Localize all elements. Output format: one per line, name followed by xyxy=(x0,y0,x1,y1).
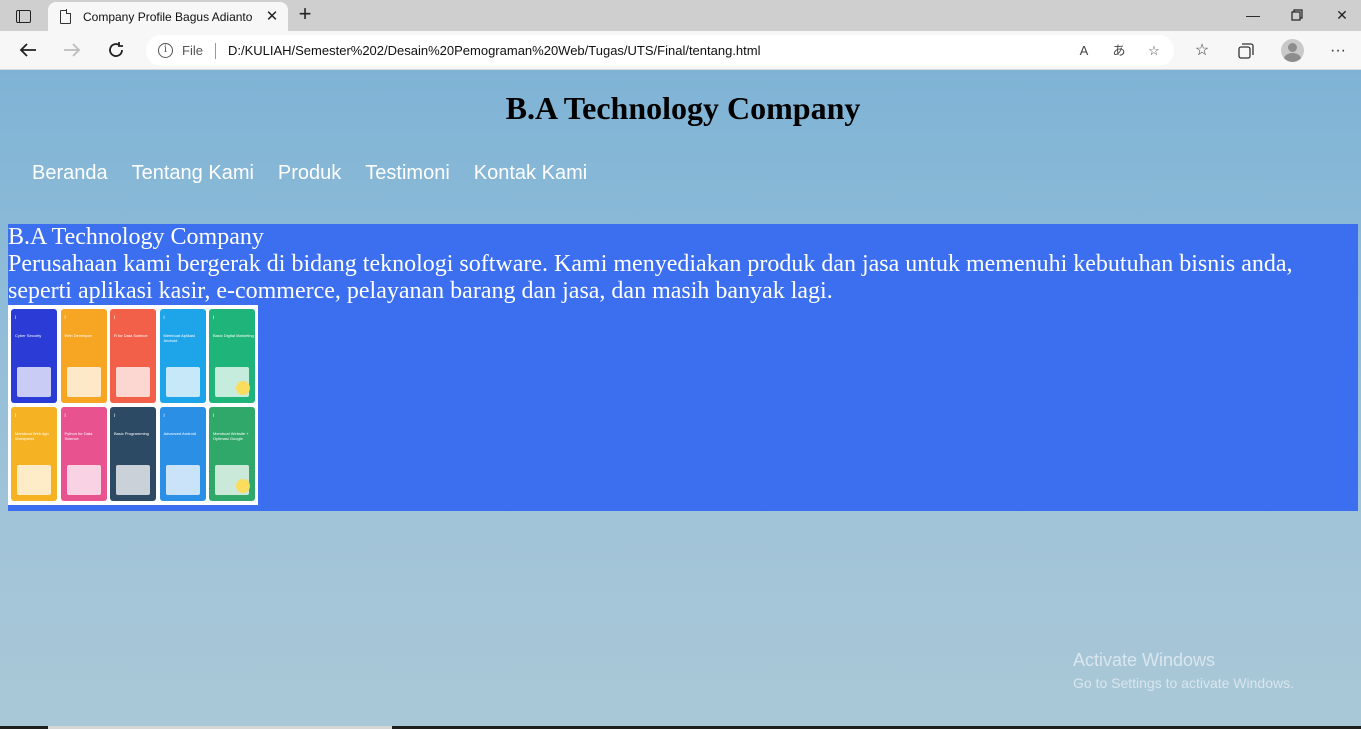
menu-item-tentang-kami[interactable]: Tentang Kami xyxy=(120,162,266,185)
product-card-logo: i xyxy=(213,315,215,321)
product-card-title: Cyber Security xyxy=(15,333,42,338)
product-card: i R for Data Science xyxy=(110,309,156,403)
product-card: i Membuat Aplikasi Android xyxy=(159,309,206,403)
favorites-icon[interactable]: ☆ xyxy=(1190,39,1214,63)
menu-item-beranda[interactable]: Beranda xyxy=(20,162,120,185)
product-card: i Membuat Web dgn Wordpress xyxy=(11,407,57,501)
file-label: File xyxy=(182,43,203,58)
product-card-illustration xyxy=(116,367,150,397)
product-image: i Cyber Security i Web Developer i R for Data… xyxy=(8,305,258,505)
product-card: i Web Developer xyxy=(60,309,107,403)
about-heading: B.A Technology Company xyxy=(8,224,264,250)
product-card-title: Advanced Android xyxy=(163,431,196,436)
translate-icon[interactable]: あ xyxy=(1108,41,1130,61)
collections-icon[interactable] xyxy=(1234,39,1258,63)
product-card-illustration xyxy=(116,465,150,495)
product-card-title: R for Data Science xyxy=(114,333,148,338)
product-card-logo: i xyxy=(163,315,165,321)
watermark-title: Activate Windows xyxy=(1073,650,1216,670)
browser-toolbar: i File D:/KULIAH/Semester%202/Desain%20P… xyxy=(0,31,1361,70)
about-section: B.A Technology Company Perusahaan kami b… xyxy=(8,224,1358,511)
product-card-illustration xyxy=(17,465,51,495)
product-card-title: Web Developer xyxy=(64,333,93,338)
product-card-logo: i xyxy=(163,413,165,419)
product-card-title: Membuat Aplikasi Android xyxy=(163,333,195,343)
menu-item-produk[interactable]: Produk xyxy=(266,162,353,185)
about-text: Perusahaan kami bergerak di bidang tekno… xyxy=(8,251,1293,304)
page-viewport: B.A Technology Company Beranda Tentang K… xyxy=(0,70,1361,726)
product-card-logo: i xyxy=(64,413,66,419)
site-info-icon[interactable]: i xyxy=(158,43,173,58)
coin-illustration xyxy=(236,479,250,493)
close-window-icon[interactable]: ✕ xyxy=(1327,5,1357,25)
product-card: i Advanced Android xyxy=(159,407,206,501)
close-tab-icon[interactable]: ✕ xyxy=(264,8,280,25)
tab-title: Company Profile Bagus Adianto xyxy=(83,9,253,24)
tab-bar: Company Profile Bagus Adianto ✕ + — ✕ xyxy=(0,0,1361,31)
menu-item-testimoni[interactable]: Testimoni xyxy=(353,162,461,185)
active-tab[interactable]: Company Profile Bagus Adianto ✕ xyxy=(48,2,288,31)
product-card-logo: i xyxy=(213,413,215,419)
product-card-illustration xyxy=(66,367,101,397)
favorite-add-icon[interactable]: ☆ xyxy=(1143,41,1165,61)
forward-icon[interactable] xyxy=(58,37,86,63)
product-card-title: Membuat Website + Optimasi Google xyxy=(213,431,249,441)
product-card-illustration xyxy=(165,367,200,397)
product-card-title: Basic Programming xyxy=(114,431,149,436)
menu-item-kontak-kami[interactable]: Kontak Kami xyxy=(462,162,599,185)
address-separator xyxy=(214,42,216,59)
tab-actions-icon[interactable] xyxy=(10,6,36,26)
product-card: i Basic Digital Marketing xyxy=(209,309,255,403)
site-title: B.A Technology Company xyxy=(505,90,861,126)
product-card: i Cyber Security xyxy=(11,309,57,403)
minimize-icon[interactable]: — xyxy=(1238,5,1268,25)
product-card: i Membuat Website + Optimasi Google xyxy=(209,407,255,501)
product-card-illustration xyxy=(17,367,51,397)
activate-windows-watermark: Activate Windows Go to Settings to activ… xyxy=(1073,650,1294,691)
product-card-logo: i xyxy=(114,413,116,419)
main-menu: Beranda Tentang Kami Produk Testimoni Ko… xyxy=(20,162,599,185)
profile-avatar[interactable] xyxy=(1281,39,1304,62)
refresh-icon[interactable] xyxy=(102,37,130,63)
coin-illustration xyxy=(236,381,250,395)
back-icon[interactable] xyxy=(14,37,42,63)
product-card-logo: i xyxy=(15,315,17,321)
product-card-title: Membuat Web dgn Wordpress xyxy=(15,431,49,441)
product-card: i Basic Programming xyxy=(110,407,156,501)
product-card-title: Python for Data Science xyxy=(64,431,93,441)
product-card-logo: i xyxy=(64,315,66,321)
more-menu-icon[interactable]: ··· xyxy=(1326,39,1350,63)
product-card-logo: i xyxy=(114,315,116,321)
product-card-illustration xyxy=(66,465,101,495)
watermark-subtitle: Go to Settings to activate Windows. xyxy=(1073,675,1294,691)
address-bar[interactable]: i File D:/KULIAH/Semester%202/Desain%20P… xyxy=(146,35,1174,66)
product-card-illustration xyxy=(165,465,200,495)
product-card-logo: i xyxy=(15,413,17,419)
url-text[interactable]: D:/KULIAH/Semester%202/Desain%20Pemogram… xyxy=(228,43,761,58)
product-card-title: Basic Digital Marketing xyxy=(213,333,254,338)
page-icon xyxy=(60,9,72,24)
product-card: i Python for Data Science xyxy=(60,407,107,501)
read-aloud-icon[interactable]: A xyxy=(1073,41,1095,61)
new-tab-button[interactable]: + xyxy=(293,3,317,26)
restore-icon[interactable] xyxy=(1282,5,1312,25)
